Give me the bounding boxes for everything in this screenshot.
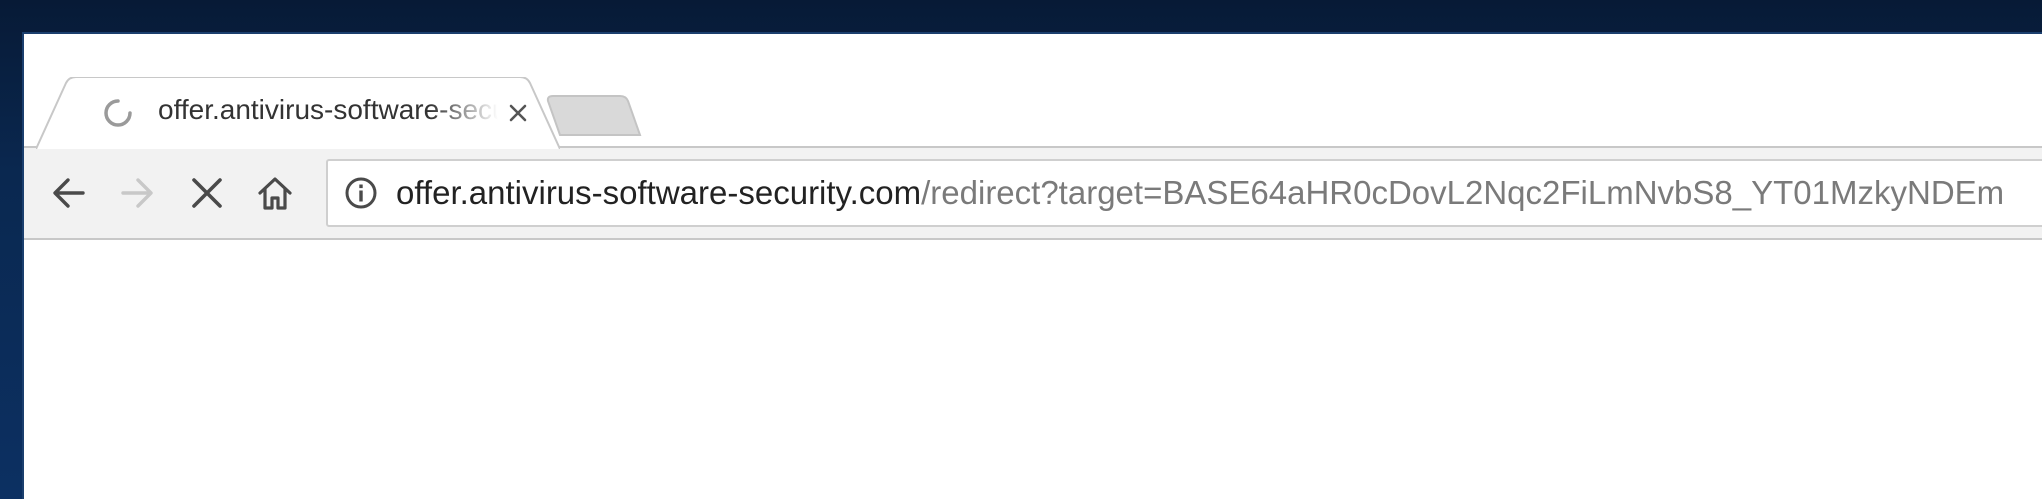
url-host: offer.antivirus-software-security.com	[396, 174, 922, 211]
forward-button[interactable]	[110, 166, 164, 220]
close-icon[interactable]	[504, 99, 532, 127]
loading-spinner-icon	[104, 99, 132, 127]
address-bar[interactable]: offer.antivirus-software-security.com/re…	[326, 159, 2042, 227]
url-path: /redirect?target=BASE64aHR0cDovL2Nqc2FiL…	[921, 174, 2005, 211]
page-content-area	[24, 240, 2042, 499]
stop-x-icon	[192, 178, 222, 208]
back-button[interactable]	[42, 166, 96, 220]
arrow-left-icon	[53, 178, 85, 208]
home-button[interactable]	[248, 166, 302, 220]
home-icon	[258, 177, 292, 210]
url-text[interactable]: offer.antivirus-software-security.com/re…	[396, 173, 2004, 213]
info-circle-icon[interactable]	[344, 176, 378, 210]
browser-toolbar: offer.antivirus-software-security.com/re…	[24, 146, 2042, 240]
tab-title: offer.antivirus-software-security.com	[158, 94, 498, 125]
active-tab[interactable]: offer.antivirus-software-security.com	[36, 77, 560, 149]
arrow-right-icon	[121, 178, 153, 208]
tab-strip: offer.antivirus-software-security.com	[24, 34, 2042, 149]
browser-window: offer.antivirus-software-security.com	[22, 32, 2042, 499]
new-tab-button[interactable]	[546, 93, 658, 138]
stop-button[interactable]	[180, 166, 234, 220]
